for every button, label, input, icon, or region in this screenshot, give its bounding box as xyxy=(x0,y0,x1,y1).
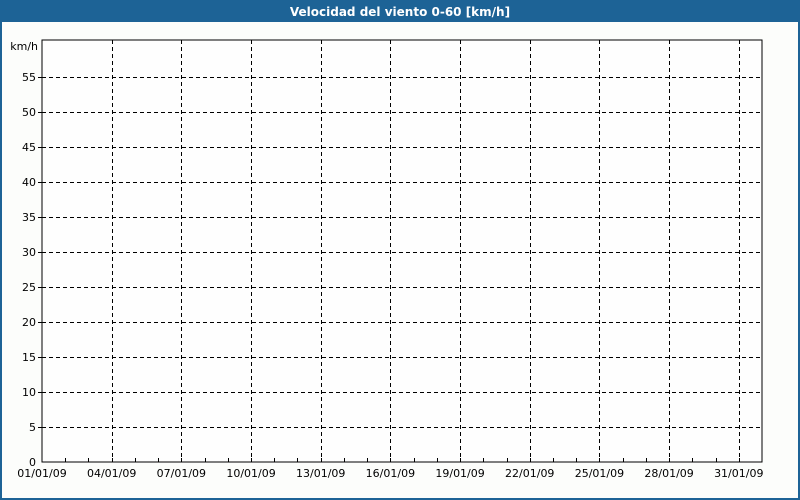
x-tick-label: 13/01/09 xyxy=(296,467,345,480)
y-tick-label: 15 xyxy=(22,351,36,364)
y-tick-label: 45 xyxy=(22,141,36,154)
x-tick-label: 16/01/09 xyxy=(366,467,415,480)
chart-title: Velocidad del viento 0-60 [km/h] xyxy=(289,5,511,19)
chart-title-bar: Velocidad del viento 0-60 [km/h] xyxy=(2,2,798,22)
x-tick-label: 07/01/09 xyxy=(157,467,206,480)
y-tick-label: 30 xyxy=(22,246,36,259)
x-tick-label: 31/01/09 xyxy=(714,467,763,480)
x-tick-label: 10/01/09 xyxy=(226,467,275,480)
plot-area xyxy=(41,39,763,463)
wind-speed-chart: 0510152025303540455055km/h01/01/09 04/01/… xyxy=(10,39,763,480)
y-tick-label: 40 xyxy=(22,176,36,189)
y-tick-label: 25 xyxy=(22,281,36,294)
x-tick-label: 01/01/09 xyxy=(17,467,66,480)
x-tick-label: 22/01/09 xyxy=(505,467,554,480)
y-tick-label: 20 xyxy=(22,316,36,329)
y-tick-label: 55 xyxy=(22,71,36,84)
y-tick-label: 50 xyxy=(22,106,36,119)
x-tick-label: 28/01/09 xyxy=(644,467,693,480)
y-axis-unit-label: km/h xyxy=(10,40,38,53)
x-tick-label: 25/01/09 xyxy=(575,467,624,480)
y-tick-label: 10 xyxy=(22,386,36,399)
y-tick-label: 5 xyxy=(29,421,36,434)
x-tick-label: 19/01/09 xyxy=(435,467,484,480)
chart-panel: Velocidad del viento 0-60 [km/h] 0 5 10 15 2… xyxy=(0,0,800,500)
y-tick-label: 35 xyxy=(22,211,36,224)
x-tick-label: 04/01/09 xyxy=(87,467,136,480)
